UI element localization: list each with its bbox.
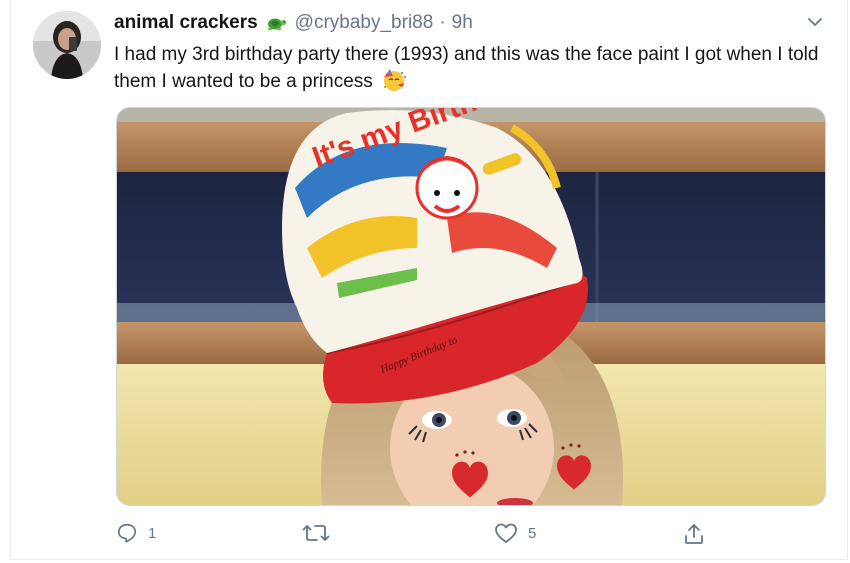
share-button[interactable] bbox=[682, 522, 706, 546]
heart-icon bbox=[495, 523, 517, 543]
timestamp[interactable]: 9h bbox=[452, 12, 473, 34]
avatar[interactable] bbox=[33, 11, 101, 79]
share-icon bbox=[685, 524, 703, 544]
retweet-icon bbox=[302, 525, 330, 541]
tweet-text-container: I had my 3rd birthday party there (1993)… bbox=[114, 41, 826, 100]
tweet-header: animal crackers @crybaby_bri88 · 9h bbox=[114, 11, 473, 35]
handle[interactable]: @crybaby_bri88 bbox=[295, 12, 434, 34]
chevron-down-icon bbox=[808, 18, 822, 26]
display-name[interactable]: animal crackers bbox=[114, 12, 258, 34]
reply-icon bbox=[117, 523, 137, 543]
like-button[interactable]: 5 bbox=[494, 522, 536, 544]
avatar-image bbox=[33, 11, 101, 79]
tweet-actions: 1 5 bbox=[0, 522, 850, 550]
separator-dot: · bbox=[439, 12, 446, 33]
reply-count: 1 bbox=[148, 524, 157, 542]
turtle-icon bbox=[265, 14, 287, 32]
more-options-button[interactable] bbox=[803, 12, 827, 32]
tweet-photo[interactable]: It's my Birthday Happy Birthday to bbox=[116, 107, 826, 506]
like-count: 5 bbox=[528, 524, 537, 542]
photo-image: It's my Birthday Happy Birthday to bbox=[117, 108, 825, 505]
tweet-text: I had my 3rd birthday party there (1993)… bbox=[114, 44, 819, 92]
reply-button[interactable]: 1 bbox=[116, 522, 156, 544]
retweet-button[interactable] bbox=[302, 522, 340, 544]
partying-face-icon bbox=[381, 68, 407, 100]
